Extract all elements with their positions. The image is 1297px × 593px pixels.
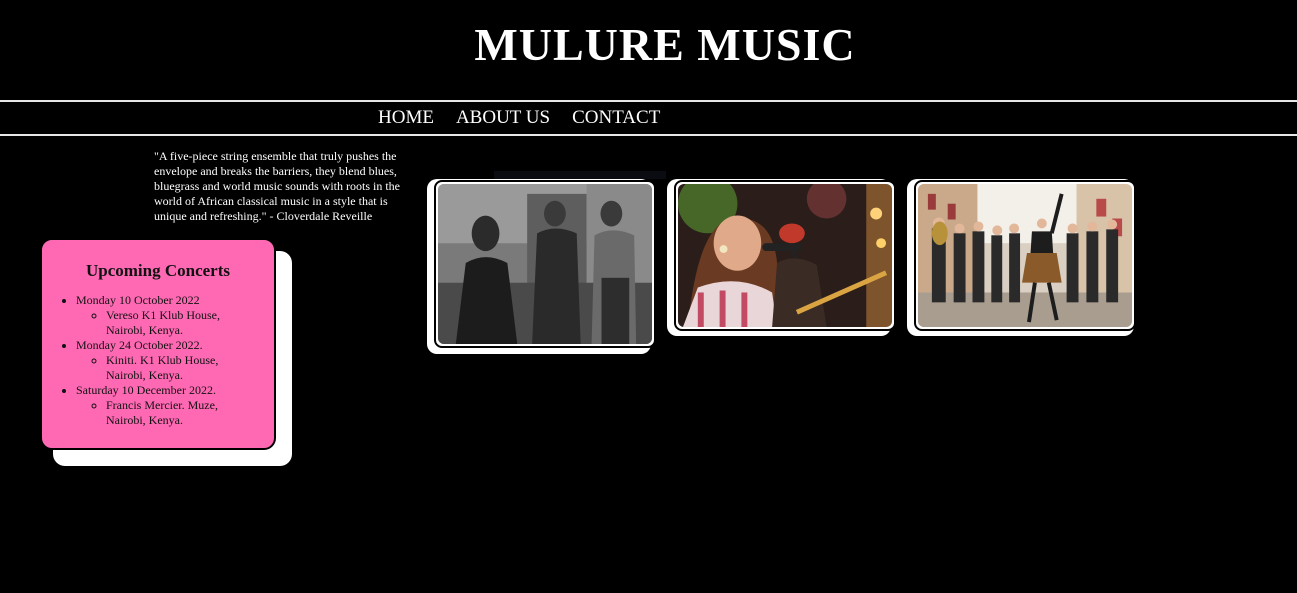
band-trio-image xyxy=(438,184,652,344)
band-photo-1 xyxy=(434,180,656,348)
upcoming-concerts-card: Upcoming Concerts Monday 10 October 2022… xyxy=(40,238,276,450)
band-photo-3 xyxy=(914,180,1136,331)
concert-item: Monday 10 October 2022 Vereso K1 Klub Ho… xyxy=(76,293,260,338)
concert-item: Monday 24 October 2022. Kiniti. K1 Klub … xyxy=(76,338,260,383)
nav-contact-link[interactable]: CONTACT xyxy=(572,106,660,130)
concert-venue: Kiniti. K1 Klub House, Nairobi, Kenya. xyxy=(106,353,260,383)
page: MULURE MUSIC HOME ABOUT US CONTACT "A fi… xyxy=(0,0,1297,593)
decorative-strip xyxy=(494,171,666,179)
nav-divider-bottom xyxy=(0,134,1297,136)
concert-date: Saturday 10 December 2022. xyxy=(76,383,216,397)
concert-venue: Francis Mercier. Muze, Nairobi, Kenya. xyxy=(106,398,260,428)
nav-divider-top xyxy=(0,100,1297,102)
band-photo-2 xyxy=(674,180,896,331)
nav-home-link[interactable]: HOME xyxy=(378,106,434,130)
street-band-image xyxy=(918,184,1132,327)
nav-about-link[interactable]: ABOUT US xyxy=(456,106,550,130)
concert-item: Saturday 10 December 2022. Francis Merci… xyxy=(76,383,260,428)
singer-image xyxy=(678,184,892,327)
main-nav: HOME ABOUT US CONTACT xyxy=(378,106,660,130)
site-title: MULURE MUSIC xyxy=(474,19,856,70)
concert-venue: Vereso K1 Klub House, Nairobi, Kenya. xyxy=(106,308,260,338)
concerts-list: Monday 10 October 2022 Vereso K1 Klub Ho… xyxy=(56,293,260,428)
concert-date: Monday 24 October 2022. xyxy=(76,338,203,352)
concerts-title: Upcoming Concerts xyxy=(85,261,230,280)
review-quote: "A five-piece string ensemble that truly… xyxy=(154,149,400,223)
concert-date: Monday 10 October 2022 xyxy=(76,293,200,307)
